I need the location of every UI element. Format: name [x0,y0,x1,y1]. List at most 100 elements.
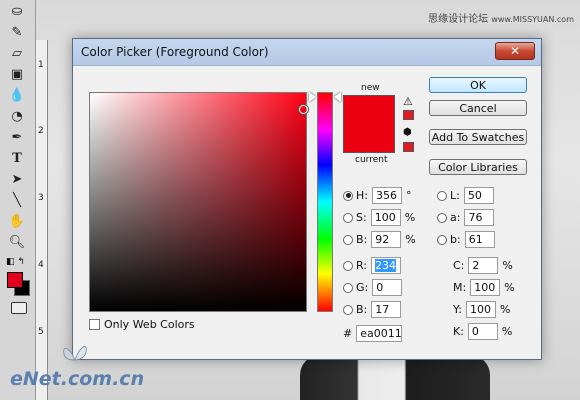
brightness-label: B: [356,233,368,246]
vertical-ruler: 1 2 3 4 5 [36,40,48,400]
cyan-input[interactable]: 2 [468,257,499,274]
lightness-row: L: 50 [437,187,498,204]
foreground-color-swatch[interactable] [7,272,23,288]
blue-radio[interactable] [343,304,353,315]
green-input[interactable]: 0 [372,279,403,296]
black-input[interactable]: 0 [467,323,498,340]
yellow-row: Y: 100 % [453,301,510,318]
ruler-mark: 2 [38,126,44,136]
new-color-label: new [361,83,380,93]
watermark-text: 思缘设计论坛 [428,14,489,25]
magenta-label: M: [453,281,467,294]
brightness-radio[interactable] [343,234,353,245]
green-row: G: 0 [343,279,406,296]
only-web-colors-box[interactable] [89,319,100,330]
cyan-unit: % [502,259,513,272]
dialog-titlebar[interactable]: Color Picker (Foreground Color) ✕ [73,39,541,66]
green-label: G: [356,281,369,294]
red-row: R: 234 [343,257,405,274]
saturation-input[interactable]: 100 [370,209,401,226]
quick-mask-icon[interactable] [11,302,27,314]
b-channel-label: b: [450,233,461,246]
hue-label: H: [356,189,368,202]
cancel-button[interactable]: Cancel [429,100,527,116]
hue-unit: ° [405,189,412,202]
web-safe-cube-icon[interactable]: ⬢ [403,127,412,138]
brightness-unit: % [405,233,416,246]
ruler-mark: 3 [38,193,44,203]
watermark-site: www.MISSYUAN.com [491,15,574,24]
b-channel-row: b: 61 [437,231,499,248]
dodge-tool-icon[interactable]: ◔ [4,107,30,126]
ruler-mark: 4 [38,260,44,270]
blur-tool-icon[interactable]: 💧 [4,86,30,105]
color-preview[interactable] [343,95,395,153]
color-field-cursor[interactable] [299,105,308,114]
saturation-radio[interactable] [343,212,353,223]
gradient-tool-icon[interactable]: ▣ [4,65,30,84]
green-radio[interactable] [343,282,353,293]
black-label: K: [453,325,464,338]
black-row: K: 0 % [453,323,512,340]
blue-input[interactable]: 17 [371,301,402,318]
magenta-unit: % [504,281,515,294]
ok-button[interactable]: OK [429,77,527,93]
lightness-radio[interactable] [437,190,447,201]
ruler-mark: 1 [38,60,44,70]
history-brush-icon[interactable]: ✎ [4,23,30,42]
only-web-colors-checkbox[interactable]: Only Web Colors [89,318,195,331]
eraser-tool-icon[interactable]: ▱ [4,44,30,63]
close-button[interactable]: ✕ [495,42,535,60]
yellow-input[interactable]: 100 [465,301,496,318]
blue-label: B: [356,303,368,316]
cyan-row: C: 2 % [453,257,513,274]
web-safe-swatch[interactable] [403,142,414,152]
brightness-input[interactable]: 92 [371,231,402,248]
hue-slider[interactable] [317,92,333,312]
lightness-label: L: [450,189,460,202]
hex-input[interactable]: ea0011 [356,325,403,342]
b-channel-radio[interactable] [437,234,447,245]
enet-logo: eNet.com.cn [10,368,145,390]
magenta-input[interactable]: 100 [470,279,501,296]
color-libraries-button[interactable]: Color Libraries [429,159,527,175]
saturation-unit: % [404,211,416,224]
dialog-title: Color Picker (Foreground Color) [81,45,269,59]
hue-row: H: 356 ° [343,187,411,204]
black-unit: % [501,325,513,338]
a-channel-input[interactable]: 76 [464,209,495,226]
add-to-swatches-button[interactable]: Add To Swatches [429,129,527,145]
swap-colors-icon[interactable]: ◧ ↰ [6,257,25,267]
lightness-input[interactable]: 50 [463,187,494,204]
brightness-row: B: 92 % [343,231,416,248]
pen-tool-icon[interactable]: ✒ [4,128,30,147]
zoom-tool-icon[interactable]: 🔍︎ [4,233,30,252]
red-input[interactable]: 234 [371,257,402,274]
red-value: 234 [375,259,397,272]
b-channel-input[interactable]: 61 [464,231,495,248]
line-tool-icon[interactable]: ╲ [4,191,30,210]
hand-tool-icon[interactable]: ✋ [4,212,30,231]
background-photo [300,355,490,400]
hue-slider-handle-right[interactable] [334,92,341,102]
cyan-label: C: [453,259,465,272]
type-tool-icon[interactable]: T [4,149,30,168]
gamut-warning-icon[interactable]: ⚠ [403,95,413,108]
a-channel-radio[interactable] [437,212,447,223]
red-radio[interactable] [343,260,353,271]
gamut-warning-swatch[interactable] [403,110,414,120]
hue-slider-handle-left[interactable] [309,92,316,102]
watermark: 思缘设计论坛 www.MISSYUAN.com [428,10,574,25]
hex-row: # ea0011 [343,325,406,342]
yellow-unit: % [499,303,511,316]
ruler-mark: 5 [38,327,44,337]
hue-input[interactable]: 356 [371,187,402,204]
current-color-label: current [355,155,388,165]
tools-panel: ⛀ ✎ ▱ ▣ 💧 ◔ ✒ T ➤ ╲ ✋ 🔍︎ ◧ ↰ [0,0,36,400]
path-select-icon[interactable]: ➤ [4,170,30,189]
color-field[interactable] [89,92,307,312]
hue-radio[interactable] [343,190,353,201]
stamp-tool-icon[interactable]: ⛀ [4,2,30,21]
magenta-row: M: 100 % [453,279,515,296]
blue-row: B: 17 [343,301,405,318]
